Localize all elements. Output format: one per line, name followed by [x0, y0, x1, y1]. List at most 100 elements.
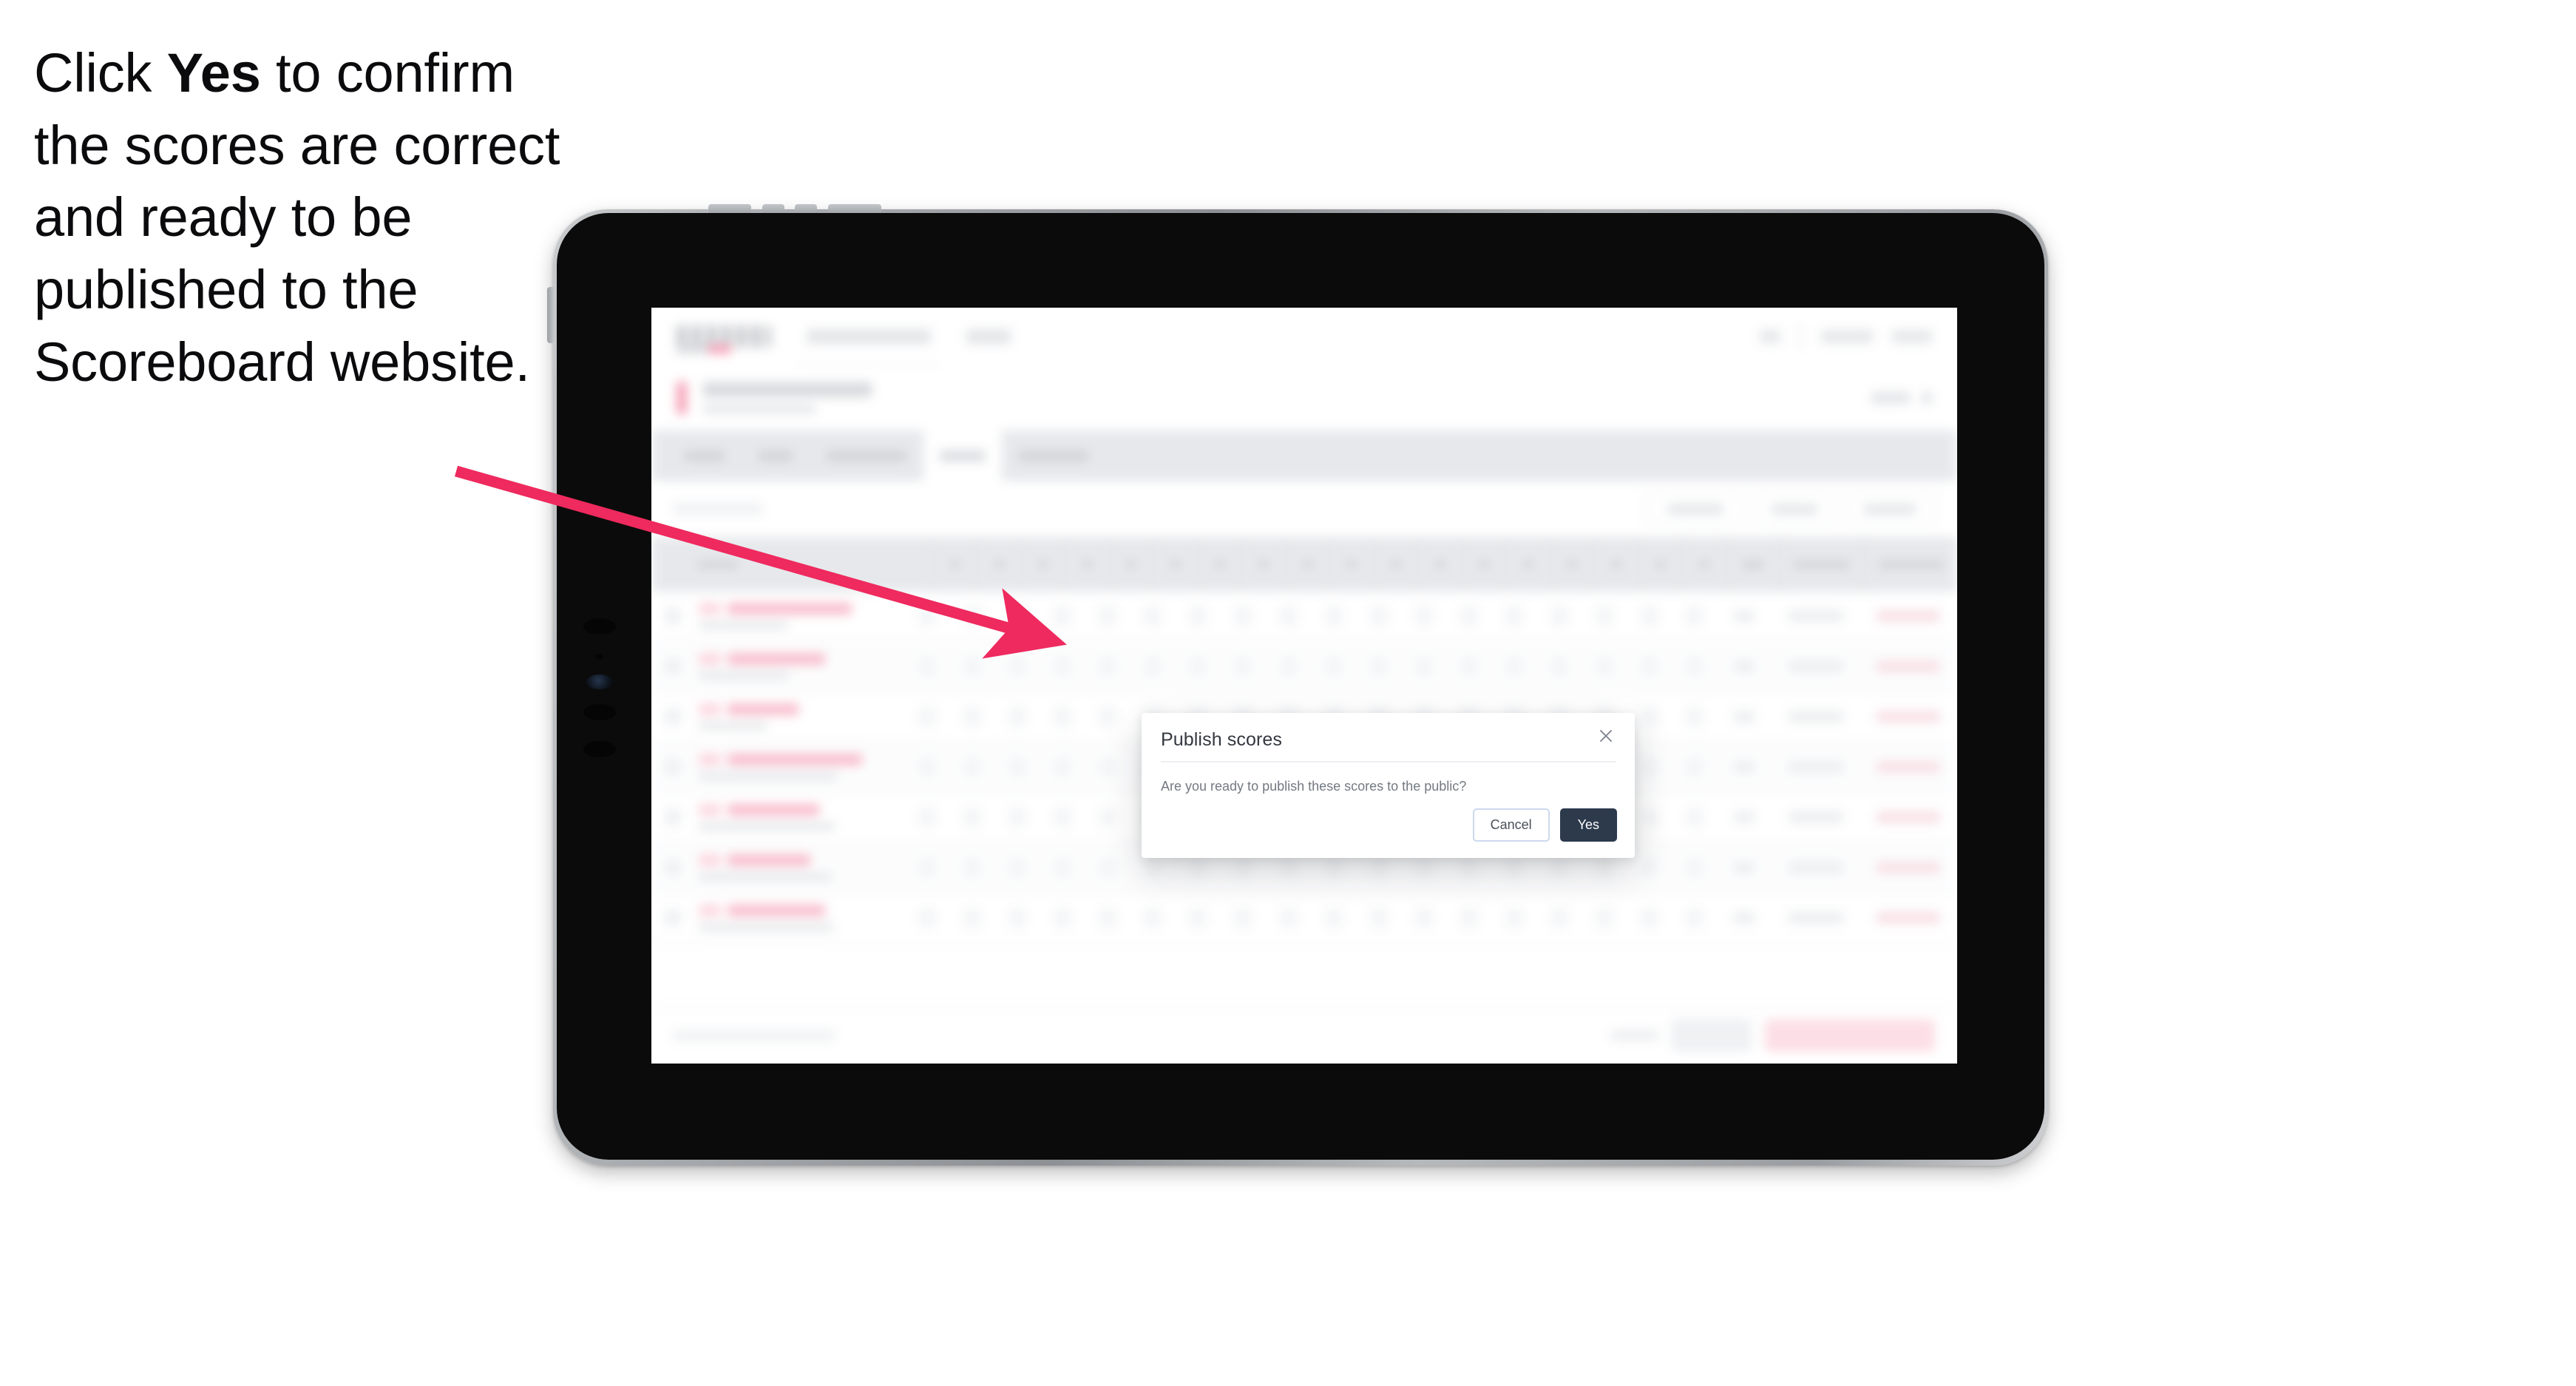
score-cell[interactable] [1491, 657, 1536, 676]
column-header-hole-9[interactable] [1284, 537, 1329, 592]
column-header-hole-14[interactable] [1505, 537, 1550, 592]
score-cell[interactable] [1040, 757, 1085, 777]
points-cell[interactable] [1772, 761, 1860, 773]
points-cell[interactable] [1772, 912, 1860, 924]
score-cell[interactable] [1040, 657, 1085, 676]
status-cell[interactable] [1860, 610, 1958, 622]
score-cell[interactable] [1085, 707, 1131, 726]
total-cell[interactable] [1717, 610, 1772, 622]
row-checkbox[interactable] [651, 859, 694, 876]
score-cell[interactable] [1085, 606, 1131, 626]
header-menu[interactable] [1892, 330, 1932, 343]
score-cell[interactable] [1266, 606, 1311, 626]
status-cell[interactable] [1860, 660, 1958, 672]
player-cell[interactable] [694, 703, 905, 730]
column-header-total[interactable] [1726, 537, 1779, 592]
score-cell[interactable] [1131, 858, 1176, 877]
column-header-hole-11[interactable] [1373, 537, 1417, 592]
score-cell[interactable] [950, 908, 995, 927]
score-cell[interactable] [995, 657, 1040, 676]
score-cell[interactable] [1536, 657, 1582, 676]
header-user-name[interactable] [1821, 330, 1873, 343]
score-cell[interactable] [995, 757, 1040, 777]
close-icon[interactable] [1593, 723, 1619, 748]
column-header-hole-10[interactable] [1329, 537, 1374, 592]
score-cell[interactable] [1356, 606, 1401, 626]
score-cell[interactable] [1221, 908, 1266, 927]
score-cell[interactable] [995, 908, 1040, 927]
score-cell[interactable] [1040, 808, 1085, 827]
points-cell[interactable] [1772, 711, 1860, 723]
score-cell[interactable] [1401, 657, 1446, 676]
score-cell[interactable] [1311, 908, 1356, 927]
header-icon[interactable] [1760, 330, 1780, 343]
score-cell[interactable] [995, 858, 1040, 877]
score-cell[interactable] [1672, 606, 1717, 626]
points-cell[interactable] [1772, 660, 1860, 672]
footer-secondary-button[interactable] [1672, 1019, 1752, 1052]
score-cell[interactable] [1176, 606, 1221, 626]
player-cell[interactable] [694, 653, 905, 680]
score-cell[interactable] [1040, 707, 1085, 726]
filter-chip-2[interactable] [1755, 493, 1834, 525]
column-header-hole-7[interactable] [1196, 537, 1241, 592]
score-cell[interactable] [1176, 657, 1221, 676]
score-cell[interactable] [995, 808, 1040, 827]
player-cell[interactable] [694, 754, 905, 780]
score-cell[interactable] [1131, 908, 1176, 927]
total-cell[interactable] [1717, 912, 1772, 924]
score-cell[interactable] [1311, 606, 1356, 626]
column-header-hole-15[interactable] [1549, 537, 1594, 592]
total-cell[interactable] [1717, 660, 1772, 672]
score-cell[interactable] [1356, 858, 1401, 877]
tab-3[interactable] [810, 430, 923, 481]
column-header-hole-12[interactable] [1417, 537, 1462, 592]
cancel-button[interactable]: Cancel [1472, 808, 1550, 842]
footer-link[interactable] [1611, 1030, 1658, 1041]
score-cell[interactable] [1536, 606, 1582, 626]
score-cell[interactable] [995, 707, 1040, 726]
score-cell[interactable] [1672, 707, 1717, 726]
column-header-status[interactable] [1863, 537, 1957, 592]
row-checkbox[interactable] [651, 759, 694, 775]
column-header-hole-8[interactable] [1241, 537, 1285, 592]
score-cell[interactable] [1040, 606, 1085, 626]
nav-item-2[interactable] [966, 329, 1011, 344]
score-cell[interactable] [1266, 657, 1311, 676]
score-cell[interactable] [950, 707, 995, 726]
score-cell[interactable] [1085, 858, 1131, 877]
tab-2[interactable] [742, 430, 810, 481]
player-cell[interactable] [694, 603, 905, 629]
score-cell[interactable] [1266, 858, 1311, 877]
score-cell[interactable] [905, 606, 950, 626]
column-header-hole-6[interactable] [1153, 537, 1197, 592]
column-header-points[interactable] [1778, 537, 1864, 592]
total-cell[interactable] [1717, 862, 1772, 873]
score-cell[interactable] [1131, 657, 1176, 676]
column-header-player[interactable] [651, 537, 932, 592]
score-cell[interactable] [1401, 606, 1446, 626]
score-cell[interactable] [905, 858, 950, 877]
score-cell[interactable] [1491, 858, 1536, 877]
score-cell[interactable] [950, 858, 995, 877]
score-cell[interactable] [905, 707, 950, 726]
points-cell[interactable] [1772, 862, 1860, 873]
status-cell[interactable] [1860, 711, 1958, 723]
score-cell[interactable] [1672, 757, 1717, 777]
row-checkbox[interactable] [651, 658, 694, 675]
subheader-chevron-icon[interactable] [1922, 392, 1932, 404]
score-cell[interactable] [1446, 606, 1491, 626]
player-cell[interactable] [694, 854, 905, 881]
score-cell[interactable] [1672, 858, 1717, 877]
column-header-hole-1[interactable] [932, 537, 977, 592]
score-cell[interactable] [905, 908, 950, 927]
tab-4-active[interactable] [923, 430, 1002, 481]
yes-button[interactable]: Yes [1559, 808, 1617, 842]
score-cell[interactable] [1040, 858, 1085, 877]
score-cell[interactable] [1266, 908, 1311, 927]
score-cell[interactable] [1672, 808, 1717, 827]
score-cell[interactable] [1582, 908, 1627, 927]
score-cell[interactable] [1672, 908, 1717, 927]
score-cell[interactable] [1627, 606, 1672, 626]
score-cell[interactable] [1446, 908, 1491, 927]
